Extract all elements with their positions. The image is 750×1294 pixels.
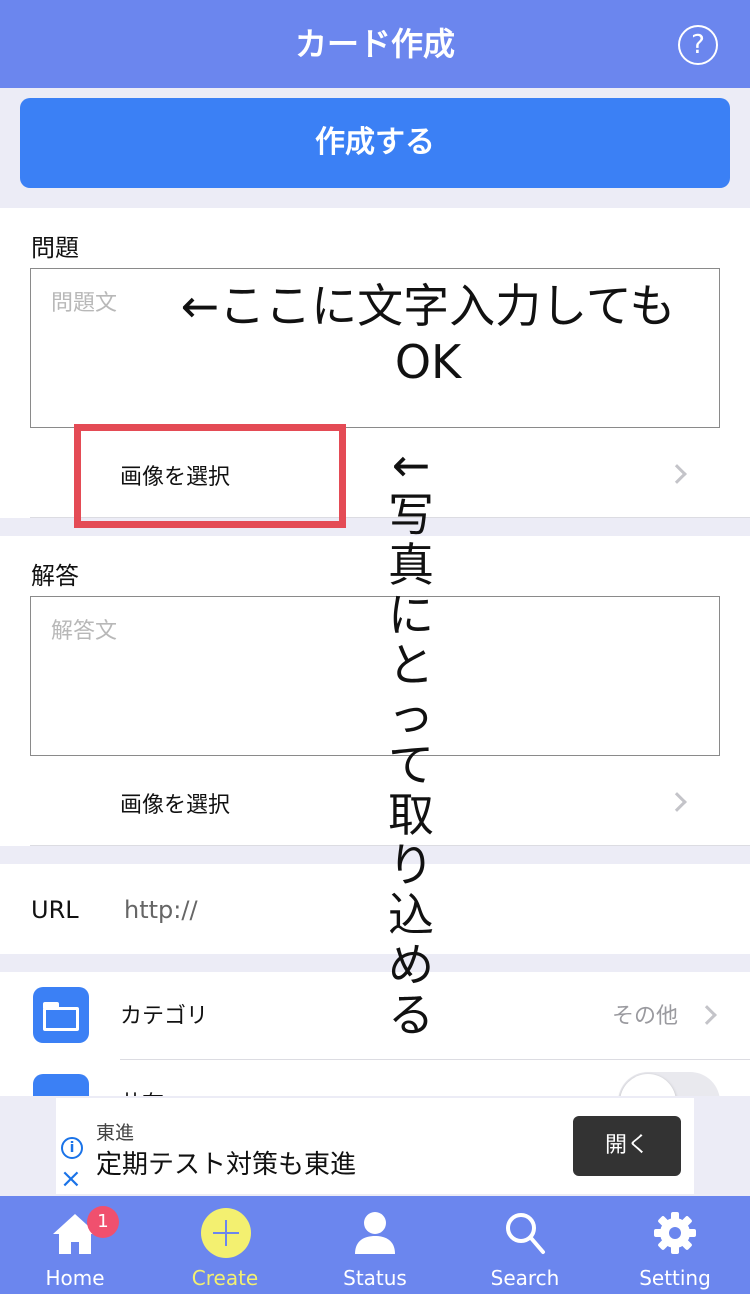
tab-create[interactable]: Create — [150, 1196, 300, 1294]
annotation-text-input-note: ←ここに文字入力してもOK — [180, 279, 676, 389]
plus-icon — [201, 1208, 251, 1258]
answer-label: 解答 — [31, 562, 79, 590]
tab-status[interactable]: Status — [300, 1196, 450, 1294]
url-row — [0, 864, 750, 954]
tab-search[interactable]: Search — [450, 1196, 600, 1294]
section-separator — [0, 846, 750, 864]
answer-image-select-label[interactable]: 画像を選択 — [120, 787, 230, 819]
answer-text-input[interactable]: 解答文 — [30, 596, 720, 756]
create-card-button[interactable]: 作成する — [20, 98, 730, 188]
gear-icon — [654, 1212, 696, 1254]
category-label[interactable]: カテゴリ — [120, 998, 208, 1030]
highlight-box — [74, 424, 346, 528]
divider — [120, 1059, 750, 1060]
ad-close-icon[interactable]: × — [60, 1166, 82, 1192]
ad-sponsor: 東進 — [96, 1122, 135, 1144]
tab-label: Search — [490, 1266, 560, 1290]
answer-placeholder: 解答文 — [51, 619, 118, 644]
url-label: URL — [31, 896, 79, 924]
page-title: カード作成 — [294, 25, 455, 63]
tab-home[interactable]: 1 Home — [0, 1196, 150, 1294]
tab-setting[interactable]: Setting — [600, 1196, 750, 1294]
tab-label: Create — [191, 1266, 259, 1290]
notification-badge: 1 — [87, 1206, 119, 1238]
ad-headline[interactable]: 定期テスト対策も東進 — [96, 1144, 356, 1181]
ad-info-icon[interactable]: i — [61, 1137, 83, 1159]
help-button[interactable]: ? — [678, 25, 718, 65]
ad-open-button[interactable]: 開く — [573, 1116, 681, 1176]
url-input[interactable]: http:// — [124, 896, 198, 924]
category-value[interactable]: その他 — [612, 998, 678, 1030]
question-label: 問題 — [31, 234, 79, 262]
person-icon — [355, 1212, 395, 1254]
tab-label: Home — [45, 1266, 105, 1290]
tab-label: Setting — [639, 1266, 711, 1290]
search-icon — [506, 1213, 545, 1254]
section-separator — [0, 954, 750, 972]
question-placeholder: 問題文 — [51, 291, 118, 316]
annotation-photo-note: ←写真にとって取り込める — [388, 438, 434, 1042]
folder-icon — [33, 987, 89, 1043]
tab-label: Status — [343, 1266, 407, 1290]
tab-bar: 1 Home Create Status Search Setting — [0, 1196, 750, 1294]
nav-header: カード作成 ? — [0, 0, 750, 88]
